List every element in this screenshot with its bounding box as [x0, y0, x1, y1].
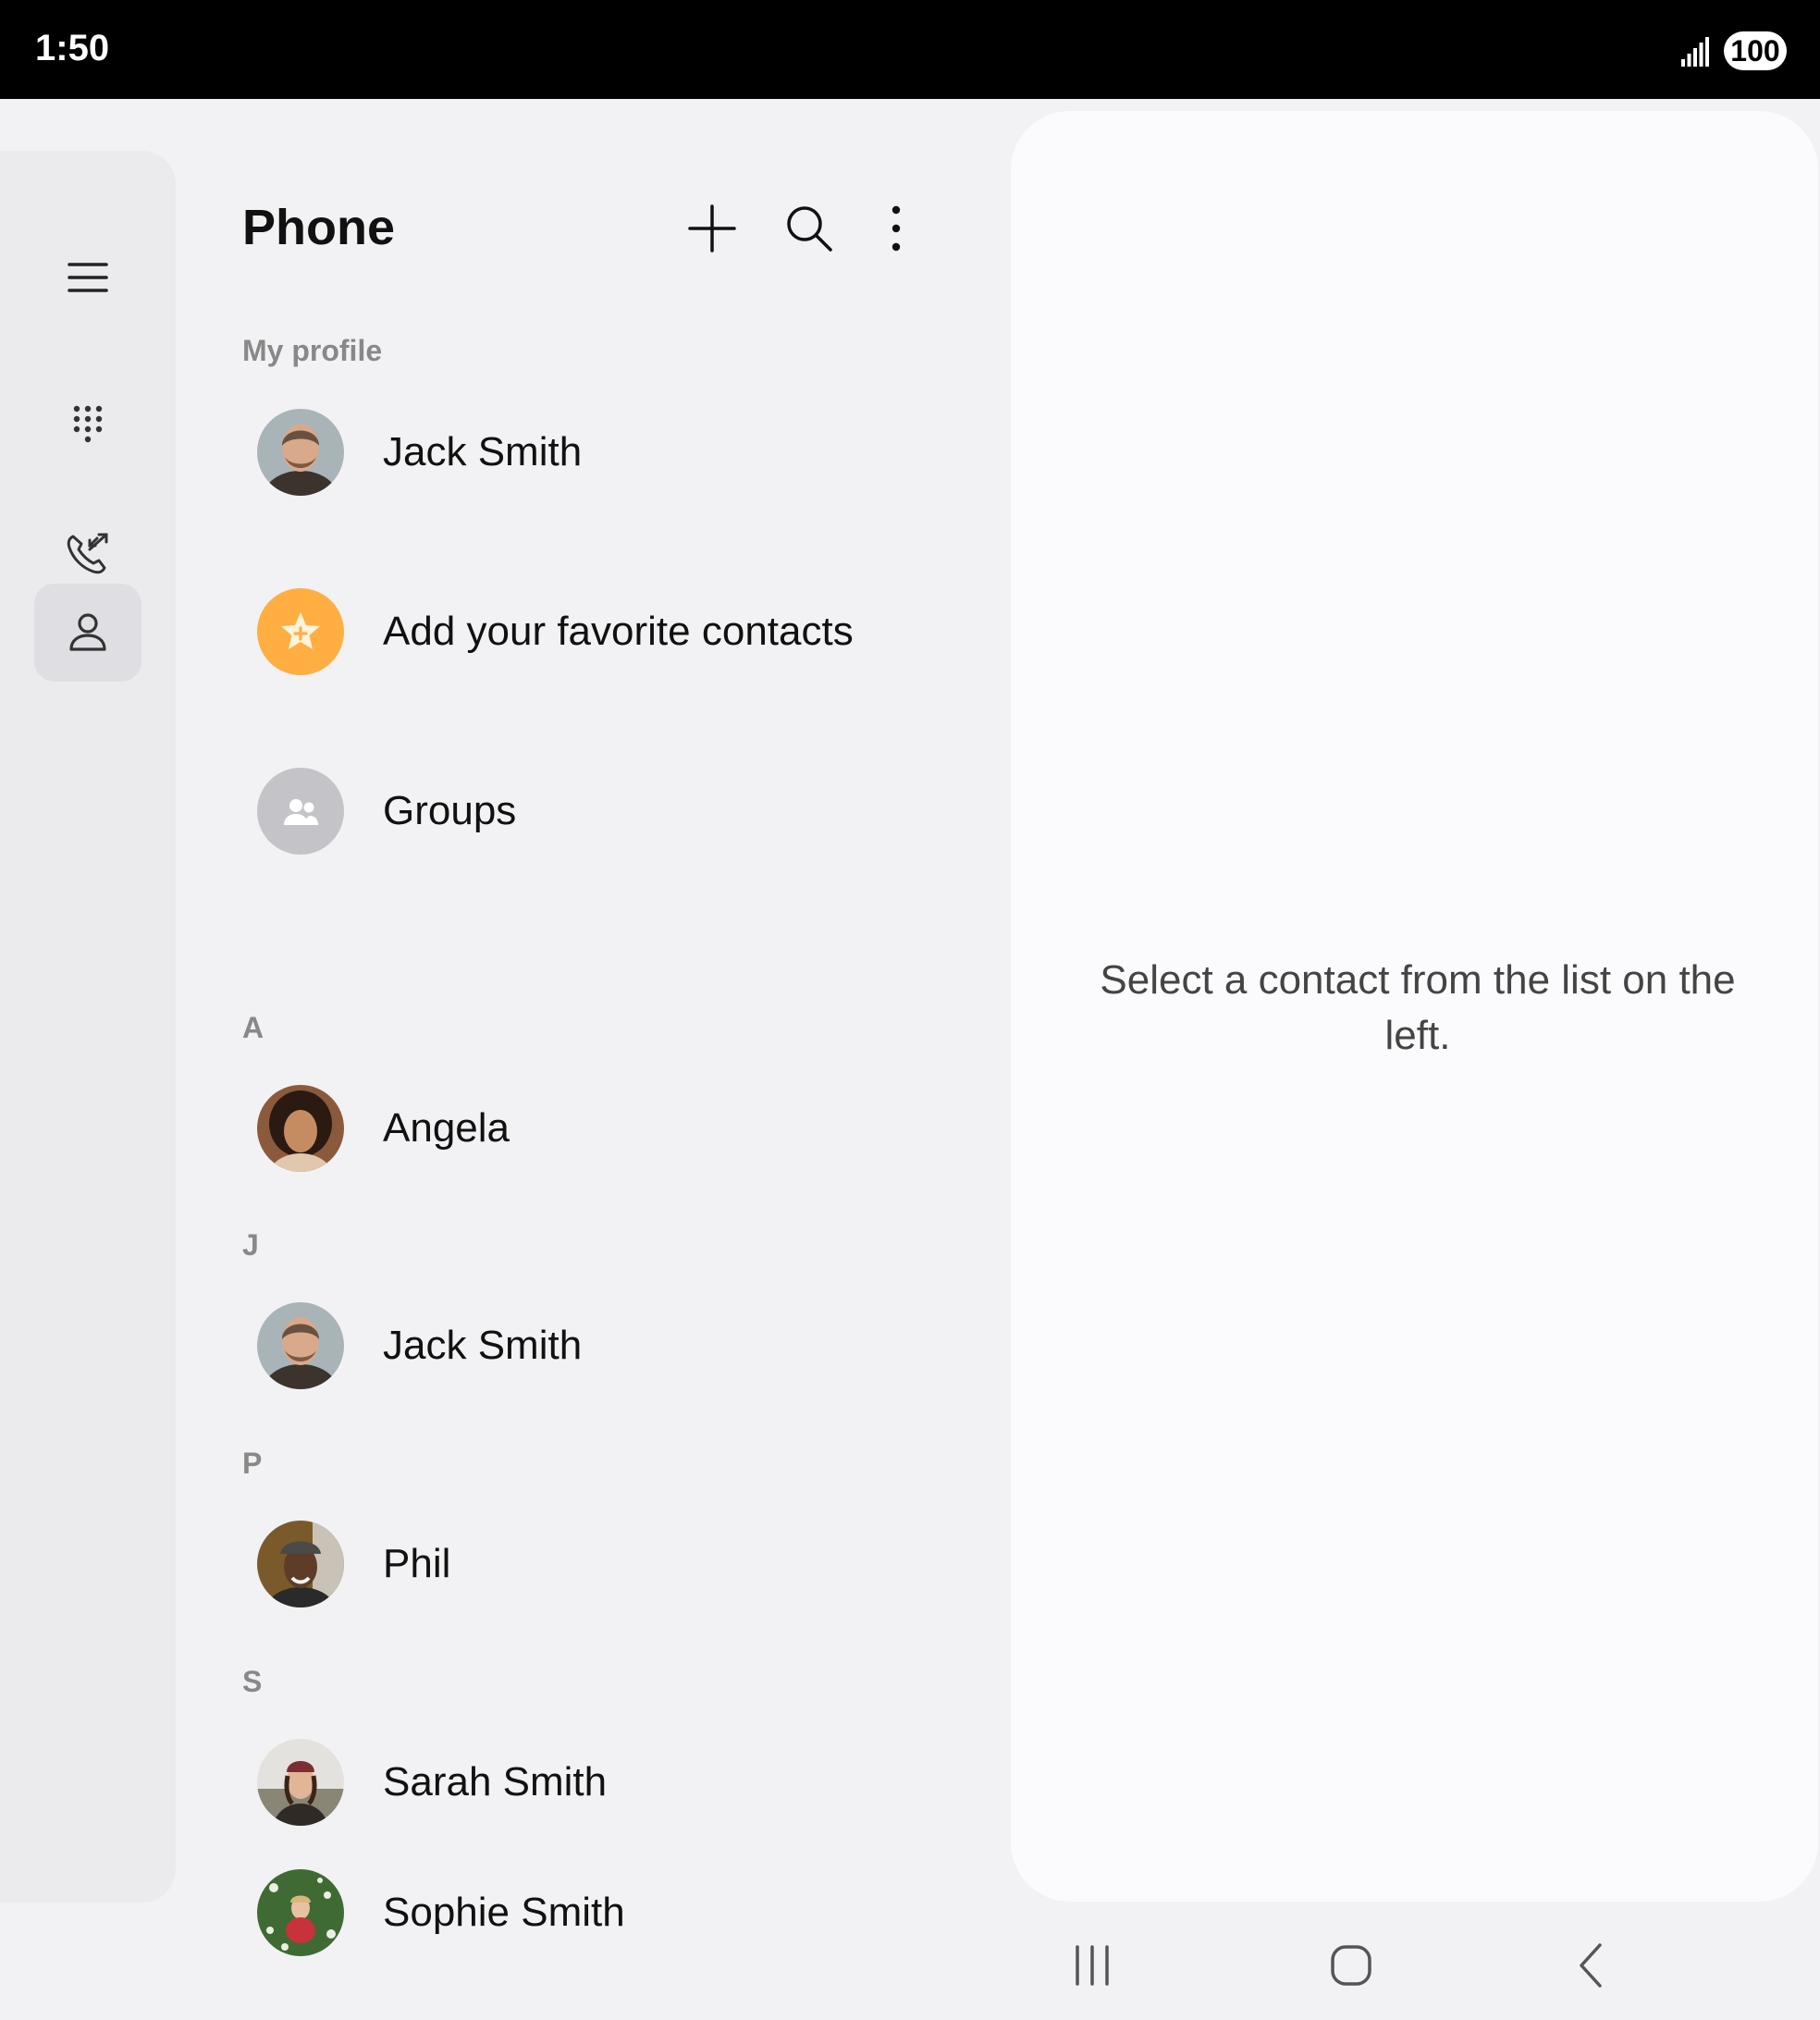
contact-name: Sarah Smith: [383, 1759, 608, 1804]
contact-name: Jack Smith: [383, 429, 583, 474]
contact-row[interactable]: Phil: [242, 1513, 982, 1615]
battery-badge: 100: [1724, 31, 1787, 70]
contacts-button[interactable]: [34, 584, 141, 682]
contact-name: Phil: [383, 1541, 451, 1586]
profile-row[interactable]: Jack Smith: [242, 401, 982, 503]
section-letter: J: [242, 1228, 259, 1262]
contact-row[interactable]: Sarah Smith: [242, 1731, 982, 1833]
recents-icon: [1076, 1945, 1109, 1986]
avatar: [257, 409, 344, 496]
profile-photo: [257, 409, 344, 496]
recents-nav-button[interactable]: [1055, 1933, 1129, 1998]
home-icon: [1331, 1945, 1371, 1986]
contact-detail-pane: Select a contact from the list on the le…: [1011, 111, 1818, 1902]
contact-photo: [257, 1302, 344, 1389]
nav-rail: [0, 151, 176, 1903]
contacts-icon: [69, 613, 106, 651]
groups-row[interactable]: Groups: [242, 760, 982, 862]
contact-row[interactable]: Jack Smith: [242, 1295, 982, 1397]
contact-list-pane: Phone My profile Jack Smith Add your fav…: [176, 99, 1008, 1956]
contact-row[interactable]: Angela: [242, 1078, 982, 1179]
status-bar: 1:50 100: [0, 0, 1820, 99]
menu-icon: [68, 263, 108, 292]
home-nav-button[interactable]: [1314, 1933, 1388, 1998]
contact-photo: [257, 1521, 344, 1607]
section-letter: P: [242, 1447, 263, 1480]
contact-photo: [257, 1739, 344, 1826]
search-icon: [787, 206, 832, 252]
search-button[interactable]: [777, 196, 842, 261]
groups-icon: [284, 799, 318, 825]
back-icon: [1580, 1943, 1602, 1988]
system-nav-bar: [1011, 1915, 1818, 2016]
signal-icon: [1681, 37, 1709, 67]
add-favorites-label: Add your favorite contacts: [383, 609, 854, 654]
plus-icon: [688, 204, 736, 252]
contact-photo: [257, 1869, 344, 1956]
avatar: [257, 1085, 344, 1172]
back-nav-button[interactable]: [1556, 1933, 1629, 1998]
contact-name: Jack Smith: [383, 1323, 583, 1368]
avatar: [257, 1302, 344, 1389]
keypad-button[interactable]: [34, 376, 141, 474]
star-icon: [281, 612, 320, 649]
section-label-my-profile: My profile: [242, 334, 383, 367]
section-letter: A: [242, 1011, 264, 1044]
contact-row[interactable]: Sophie Smith: [242, 1862, 982, 1964]
page-title: Phone: [242, 200, 396, 255]
avatar: [257, 1869, 344, 1956]
favorites-avatar: [257, 588, 344, 675]
contact-photo: [257, 1085, 344, 1172]
keypad-icon: [73, 405, 103, 443]
contact-name: Sophie Smith: [383, 1890, 625, 1935]
add-contact-button[interactable]: [680, 196, 744, 261]
status-time: 1:50: [35, 28, 110, 68]
contact-name: Angela: [383, 1105, 510, 1151]
groups-label: Groups: [383, 788, 517, 833]
avatar: [257, 1739, 344, 1826]
add-favorites-row[interactable]: Add your favorite contacts: [242, 581, 982, 683]
more-vert-icon: [892, 205, 901, 252]
more-options-button[interactable]: [864, 196, 928, 261]
groups-avatar: [257, 768, 344, 855]
avatar: [257, 1521, 344, 1607]
empty-state-message: Select a contact from the list on the le…: [1100, 957, 1736, 1058]
recents-icon: [67, 533, 108, 574]
section-letter: S: [242, 1665, 263, 1698]
menu-button[interactable]: [34, 228, 141, 326]
